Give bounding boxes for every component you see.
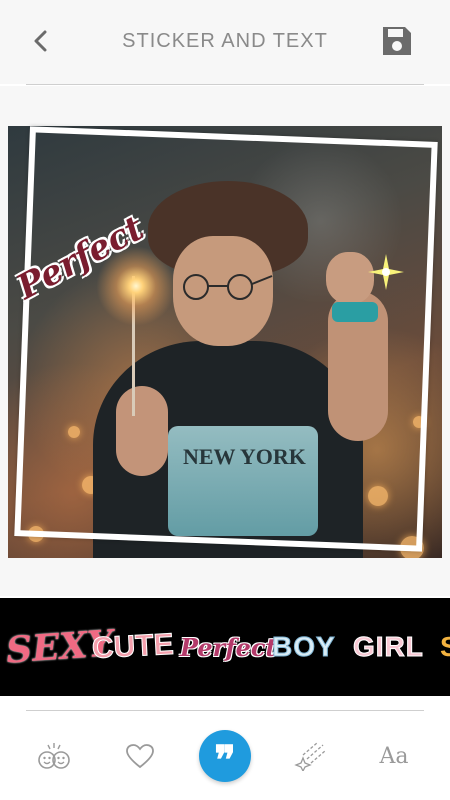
sticker-cute[interactable]: CUTE <box>91 618 175 676</box>
tool-quote[interactable]: ❞ <box>199 730 251 782</box>
tool-heart[interactable] <box>114 730 166 782</box>
bottom-toolbar: ❞ Aa <box>0 712 450 800</box>
editor-canvas[interactable]: NEW YORK Perfect <box>0 86 450 596</box>
tool-text[interactable]: Aa <box>368 730 420 782</box>
sticker-perfect[interactable]: Perfect <box>180 620 277 674</box>
sticker-girl[interactable]: GIRL <box>353 620 424 674</box>
sticker-partial[interactable]: S <box>440 620 450 674</box>
sticker-strip[interactable]: SEXY CUTE Perfect BOY GIRL S <box>0 598 450 696</box>
tool-emoji[interactable] <box>28 730 80 782</box>
text-font-icon: Aa <box>379 743 409 769</box>
header-divider <box>26 84 424 85</box>
sticker-boy[interactable]: BOY <box>272 620 336 674</box>
heart-icon <box>126 744 154 769</box>
toolbar-divider <box>26 710 424 711</box>
floppy-disk-icon <box>383 27 411 55</box>
top-bar: STICKER AND TEXT <box>0 0 450 84</box>
sparkle-star-sticker[interactable] <box>366 252 406 292</box>
tool-shooting-stars[interactable] <box>284 730 336 782</box>
save-button[interactable] <box>380 24 414 58</box>
shooting-stars-icon <box>294 742 326 771</box>
white-frame <box>14 126 438 552</box>
quote-icon: ❞ <box>214 737 236 784</box>
emoji-face-icon <box>38 743 70 769</box>
